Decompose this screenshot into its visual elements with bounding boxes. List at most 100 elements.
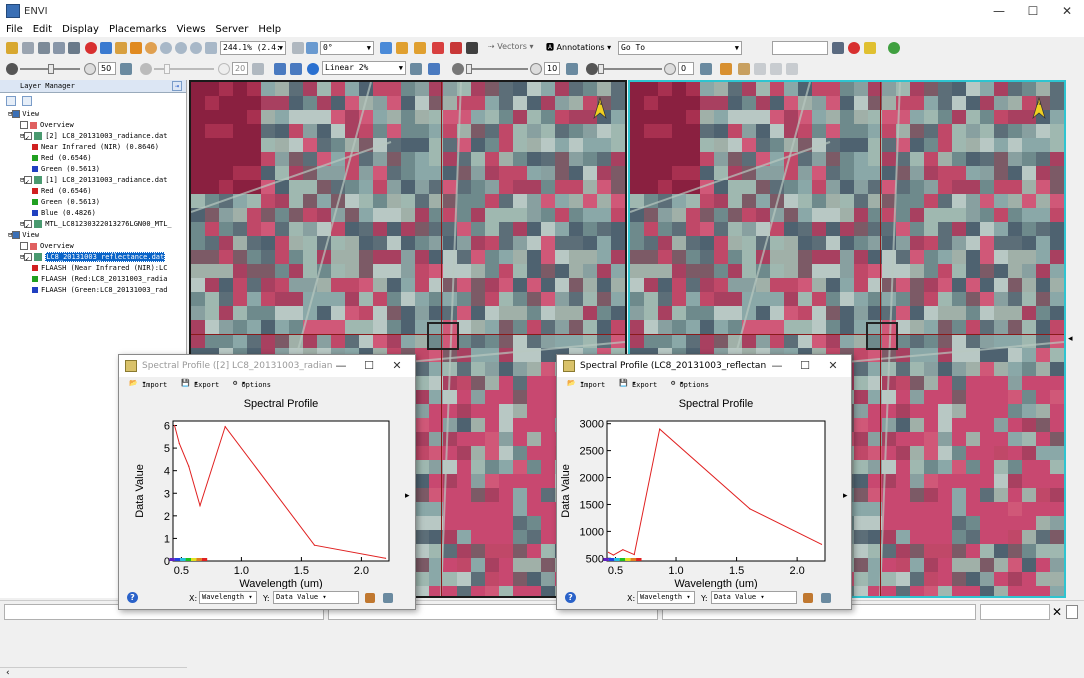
print-icon[interactable] — [53, 42, 65, 54]
sharpen-value[interactable]: 10 — [544, 62, 560, 75]
layer-checkbox[interactable]: ✓ — [24, 220, 33, 230]
vectors-menu[interactable]: ⇢ Vectors ▾ — [488, 42, 533, 51]
tree-layer[interactable]: ⊟✓ [2] LC8_20131003_radiance.dat — [20, 131, 167, 142]
line-style-icon[interactable] — [365, 593, 375, 603]
tree-overview[interactable]: Overview — [20, 120, 74, 131]
fly-icon[interactable] — [145, 42, 157, 54]
x-axis-dropdown[interactable]: Wavelength ▾ — [637, 591, 695, 604]
refresh-icon[interactable] — [252, 63, 264, 75]
sharpen-reset-icon[interactable] — [530, 63, 542, 75]
tree-view[interactable]: ⊟ View — [8, 109, 39, 120]
transparency-slider-knob[interactable] — [164, 64, 170, 74]
cursor-value-icon[interactable] — [130, 42, 142, 54]
export-menu[interactable]: 💾 Export ▾ — [619, 379, 657, 389]
tree-layer[interactable]: ⊟✓ [1] LC8_20131003_radiance.dat — [20, 175, 167, 186]
region-icon[interactable] — [396, 42, 408, 54]
y-axis-dropdown[interactable]: Data Value ▾ — [273, 591, 359, 604]
menu-help[interactable]: Help — [258, 24, 281, 35]
spectral-profile-chart[interactable]: Spectral Profile 500 1000 1500 2000 2500 3000 0… — [557, 391, 851, 589]
menu-file[interactable]: File — [6, 24, 23, 35]
select-arrow-icon[interactable] — [100, 42, 112, 54]
save-icon[interactable] — [38, 42, 50, 54]
close-button[interactable]: ✕ — [385, 355, 409, 377]
goto-field[interactable]: Go To ▼ — [618, 41, 742, 55]
overview-checkbox[interactable] — [20, 242, 28, 250]
menu-display[interactable]: Display — [62, 24, 99, 35]
globe-link-icon[interactable] — [864, 42, 876, 54]
save-location-icon[interactable] — [832, 42, 844, 54]
refresh-icon[interactable] — [700, 63, 712, 75]
rotate-to-icon[interactable] — [306, 42, 318, 54]
tree-overview[interactable]: Overview — [20, 241, 74, 252]
profile-window-titlebar[interactable]: Spectral Profile (LC8_20131003_reflectan… — [557, 355, 851, 377]
layer-checkbox[interactable]: ✓ — [24, 253, 33, 263]
histogram-icon[interactable] — [274, 63, 286, 75]
stretch-dropdown[interactable]: Linear 2% ▼ — [322, 61, 406, 75]
zoom-icon[interactable] — [160, 42, 172, 54]
tree-band[interactable]: FLAASH (Green:LC8_20131003_rad — [32, 285, 167, 296]
maximize-button[interactable]: ☐ — [793, 355, 817, 377]
zoom-box[interactable] — [866, 322, 898, 350]
view-layout-2-icon[interactable] — [770, 63, 782, 75]
tree-layer-selected[interactable]: ⊟✓ LC8_20131003_reflectance.dat — [20, 252, 166, 263]
zoom-dropdown[interactable]: 244.1% (2.4: ▼ — [220, 41, 286, 55]
transparency-reset-icon[interactable] — [218, 63, 230, 75]
ruler-icon[interactable] — [720, 63, 732, 75]
crosshairs-icon[interactable] — [380, 42, 392, 54]
x-axis-dropdown[interactable]: Wavelength ▾ — [199, 591, 257, 604]
zoom-in-icon[interactable] — [175, 42, 187, 54]
leaf-icon[interactable] — [888, 42, 900, 54]
open-icon[interactable] — [6, 42, 18, 54]
expand-legend-icon[interactable]: ▸ — [405, 491, 410, 501]
tree-view[interactable]: ⊟ View — [8, 230, 39, 241]
options-menu[interactable]: ⚙ Options ▾ — [233, 379, 271, 389]
minimize-button[interactable]: — — [329, 355, 353, 377]
horizontal-scrollbar[interactable]: ‹ — [0, 667, 187, 678]
sharpen-slider[interactable] — [466, 68, 528, 70]
spectral-profile-icon[interactable] — [432, 42, 444, 54]
layer-checkbox[interactable]: ✓ — [24, 176, 33, 186]
stretch-types-icon[interactable] — [428, 63, 440, 75]
rotate-icon[interactable] — [292, 42, 304, 54]
globe-icon[interactable] — [307, 63, 319, 75]
view-checkbox[interactable] — [12, 110, 21, 118]
line-style-icon[interactable] — [803, 593, 813, 603]
minimize-button[interactable]: — — [765, 355, 789, 377]
tree-band[interactable]: Near Infrared (NIR) (0.8646) — [32, 142, 159, 153]
maximize-button[interactable]: ☐ — [1016, 0, 1050, 22]
import-menu[interactable]: 📂 Import ▾ — [567, 379, 605, 389]
measure-icon[interactable] — [450, 42, 462, 54]
menu-edit[interactable]: Edit — [33, 24, 52, 35]
view-checkbox[interactable] — [12, 231, 21, 239]
export-menu[interactable]: 💾 Export ▾ — [181, 379, 219, 389]
pan-hand-icon[interactable] — [115, 42, 127, 54]
tree-band[interactable]: Green (0.5613) — [32, 164, 100, 175]
stretch-icon[interactable] — [290, 63, 302, 75]
menu-server[interactable]: Server — [216, 24, 249, 35]
data-manager-icon[interactable] — [22, 42, 34, 54]
tree-band[interactable]: FLAASH (Red:LC8_20131003_radia — [32, 274, 167, 285]
zoom-box[interactable] — [427, 322, 459, 350]
refresh-icon[interactable] — [120, 63, 132, 75]
refresh-icon[interactable] — [383, 593, 393, 603]
expand-all-icon[interactable] — [6, 96, 16, 106]
view-layout-3-icon[interactable] — [786, 63, 798, 75]
refresh-icon[interactable] — [566, 63, 578, 75]
view-layout-1-icon[interactable] — [754, 63, 766, 75]
help-icon[interactable]: ? — [565, 592, 576, 603]
spectral-profile-window-2[interactable]: Spectral Profile (LC8_20131003_reflectan… — [556, 354, 852, 610]
tree-band[interactable]: FLAASH (Near Infrared (NIR):LC — [32, 263, 167, 274]
transparency-slider[interactable] — [154, 68, 214, 70]
tree-band[interactable]: Blue (0.4826) — [32, 208, 96, 219]
close-button[interactable]: ✕ — [1050, 0, 1084, 22]
brightness-reset-icon[interactable] — [84, 63, 96, 75]
tree-band[interactable]: Red (0.6546) — [32, 153, 92, 164]
menu-placemarks[interactable]: Placemarks — [109, 24, 167, 35]
contrast-slider-knob[interactable] — [598, 64, 604, 74]
profile-icon[interactable] — [414, 42, 426, 54]
import-menu[interactable]: 📂 Import ▾ — [129, 379, 167, 389]
options-menu[interactable]: ⚙ Options ▾ — [671, 379, 709, 389]
close-status-icon[interactable]: ✕ — [1052, 605, 1062, 619]
transparency-value[interactable]: 20 — [232, 62, 248, 75]
profile-window-titlebar[interactable]: Spectral Profile ([2] LC8_20131003_radia… — [119, 355, 415, 377]
